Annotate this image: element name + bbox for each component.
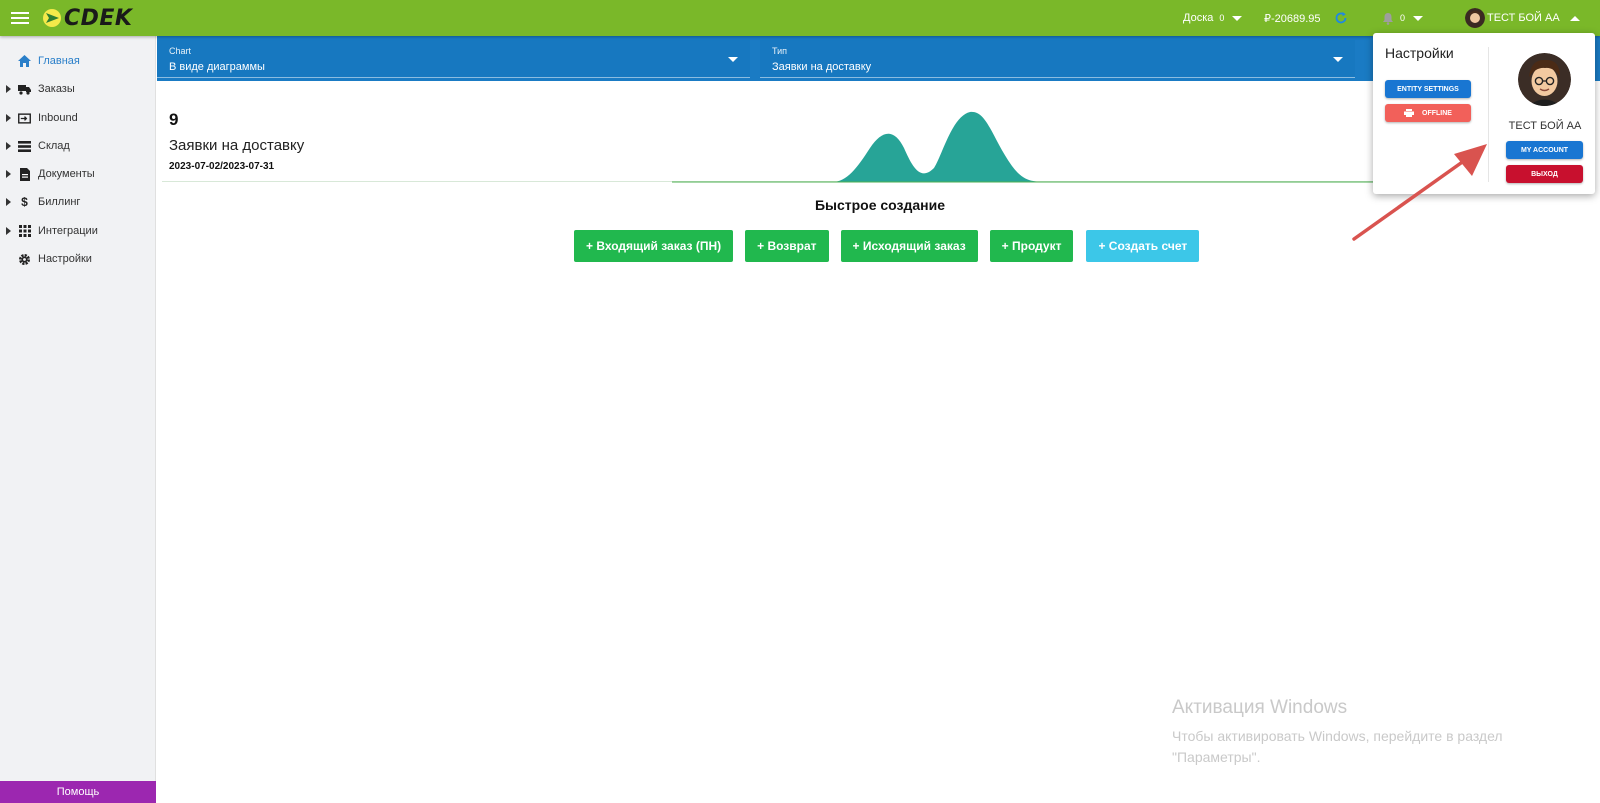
stat-count: 9: [169, 110, 179, 129]
offline-label: OFFLINE: [1422, 109, 1452, 117]
expand-arrow-icon: [6, 142, 11, 150]
chevron-down-icon: [1232, 15, 1243, 21]
avatar: [1465, 8, 1485, 28]
add-product-button[interactable]: + Продукт: [989, 230, 1074, 262]
add-inbound-order-button[interactable]: + Входящий заказ (ПН): [574, 230, 734, 262]
document-icon: [18, 167, 31, 181]
sidebar-item-warehouse[interactable]: Склад: [0, 135, 156, 157]
chevron-up-icon: [1569, 15, 1580, 21]
balance: ₽-20689.95: [1264, 0, 1321, 36]
inbound-icon: [18, 112, 31, 125]
entity-settings-button[interactable]: ENTITY SETTINGS: [1385, 80, 1471, 98]
annotation-arrow: [1352, 144, 1487, 241]
user-name: ТЕСТ БОЙ АА: [1487, 12, 1560, 24]
sidebar-item-home[interactable]: Главная: [0, 50, 156, 72]
type-select-label: Тип: [772, 46, 788, 56]
my-account-button[interactable]: MY ACCOUNT: [1506, 141, 1583, 159]
sidebar-item-inbound[interactable]: Inbound: [0, 107, 156, 129]
balance-value: ₽-20689.95: [1264, 12, 1321, 25]
grid-icon: [18, 225, 31, 238]
quick-create-buttons: + Входящий заказ (ПН) + Возврат + Исходя…: [574, 230, 1200, 262]
refresh-button[interactable]: [1334, 0, 1348, 36]
logout-button[interactable]: ВЫХОД: [1506, 165, 1583, 183]
expand-arrow-icon: [6, 227, 11, 235]
warehouse-list-icon: [18, 140, 31, 153]
type-select[interactable]: Тип Заявки на доставку: [760, 40, 1355, 78]
sidebar-item-orders[interactable]: Заказы: [0, 78, 156, 100]
logo-mark-icon: [43, 9, 61, 27]
add-return-button[interactable]: + Возврат: [745, 230, 829, 262]
board-count: 0: [1219, 13, 1225, 23]
create-invoice-button[interactable]: + Создать счет: [1086, 230, 1200, 262]
expand-arrow-icon: [6, 170, 11, 178]
sidebar-item-label: Главная: [38, 55, 80, 67]
expand-arrow-icon: [6, 85, 11, 93]
sidebar-item-label: Inbound: [38, 112, 78, 124]
chevron-down-icon: [1413, 15, 1424, 21]
sparkline-chart: [672, 111, 1392, 183]
chart-select-label: Chart: [169, 46, 192, 56]
board-dropdown[interactable]: Доска 0: [1183, 0, 1243, 36]
stat-date-range: 2023-07-02/2023-07-31: [169, 161, 275, 172]
home-icon: [18, 55, 31, 68]
sidebar-item-settings[interactable]: Настройки: [0, 248, 156, 270]
type-select-value: Заявки на доставку: [772, 61, 872, 73]
sidebar-item-label: Документы: [38, 168, 95, 180]
windows-activation-title: Активация Windows: [1172, 697, 1348, 718]
printer-icon: [1404, 109, 1415, 117]
bell-icon: [1383, 12, 1393, 25]
chart-select[interactable]: Chart В виде диаграммы: [157, 40, 750, 78]
stat-title: Заявки на доставку: [169, 137, 305, 154]
chart-area: [672, 111, 1392, 182]
cdek-logo[interactable]: CDEK: [42, 5, 133, 31]
sidebar-item-label: Заказы: [38, 83, 75, 95]
avatar: [1518, 53, 1571, 106]
board-label: Доска: [1183, 12, 1214, 24]
notifications-dropdown[interactable]: 0: [1382, 0, 1424, 36]
popup-user-name: ТЕСТ БОЙ АА: [1508, 120, 1582, 132]
popup-title: Настройки: [1385, 45, 1454, 61]
hamburger-menu-icon[interactable]: [10, 9, 30, 27]
chevron-down-icon: [728, 57, 738, 62]
chevron-down-icon: [1333, 57, 1343, 62]
offline-button[interactable]: OFFLINE: [1385, 104, 1471, 122]
gear-icon: [18, 253, 31, 266]
truck-icon: [18, 83, 31, 96]
refresh-icon: [1335, 12, 1347, 24]
help-button[interactable]: Помощь: [0, 781, 156, 803]
sidebar-item-label: Настройки: [38, 253, 92, 265]
sidebar-item-label: Интеграции: [38, 225, 98, 237]
notifications-count: 0: [1400, 13, 1406, 23]
expand-arrow-icon: [6, 114, 11, 122]
add-outbound-order-button[interactable]: + Исходящий заказ: [840, 230, 978, 262]
sidebar-item-documents[interactable]: Документы: [0, 163, 156, 185]
user-menu[interactable]: ТЕСТ БОЙ АА: [1465, 0, 1580, 36]
brand-text: CDEK: [64, 5, 133, 31]
chart-select-value: В виде диаграммы: [169, 61, 265, 73]
sidebar: Главная Заказы Inbound Склад Документы $…: [0, 36, 156, 803]
sidebar-item-label: Склад: [38, 140, 70, 152]
sidebar-item-integrations[interactable]: Интеграции: [0, 220, 156, 242]
windows-activation-text: Чтобы активировать Windows, перейдите в …: [1172, 728, 1503, 765]
top-bar: CDEK Доска 0 ₽-20689.95 0 ТЕСТ БОЙ АА: [0, 0, 1600, 36]
